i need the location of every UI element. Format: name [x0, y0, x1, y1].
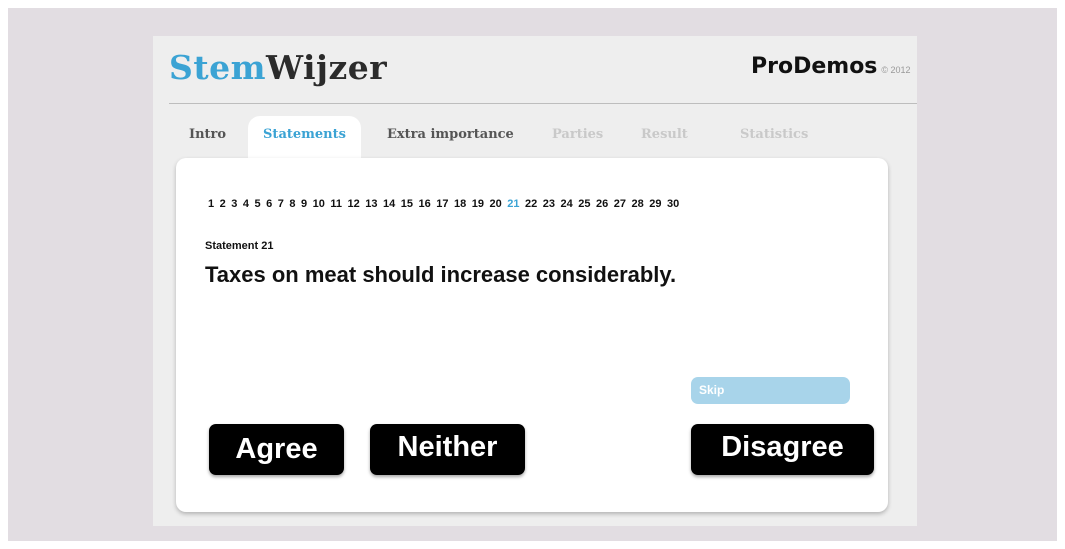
pager-link-25[interactable]: 25: [578, 198, 590, 210]
pager-link-8[interactable]: 8: [289, 198, 295, 210]
pager-link-12[interactable]: 12: [348, 198, 360, 210]
pager-link-28[interactable]: 28: [632, 198, 644, 210]
header-divider: [169, 103, 917, 104]
logo-part-wijzer: Wijzer: [266, 48, 388, 87]
tab-intro[interactable]: Intro: [189, 116, 226, 154]
pager-link-27[interactable]: 27: [614, 198, 626, 210]
pager-link-23[interactable]: 23: [543, 198, 555, 210]
pager-link-22[interactable]: 22: [525, 198, 537, 210]
header: StemWijzer ProDemos © 2012: [153, 36, 917, 104]
pager-link-10[interactable]: 10: [313, 198, 325, 210]
pager-link-30[interactable]: 30: [667, 198, 679, 210]
pager-link-2[interactable]: 2: [220, 198, 226, 210]
pager-link-15[interactable]: 15: [401, 198, 413, 210]
pager-link-1[interactable]: 1: [208, 198, 214, 210]
pager-link-19[interactable]: 19: [472, 198, 484, 210]
prodemos-logo: ProDemos: [751, 54, 878, 79]
pager-link-4[interactable]: 4: [243, 198, 249, 210]
pager-link-3[interactable]: 3: [231, 198, 237, 210]
step-tabs: Intro Statements Extra importance Partie…: [173, 116, 913, 162]
agree-button[interactable]: Agree: [209, 424, 344, 475]
pager-link-24[interactable]: 24: [561, 198, 573, 210]
pager-link-5[interactable]: 5: [255, 198, 261, 210]
neither-button[interactable]: Neither: [370, 424, 525, 475]
skip-button[interactable]: Skip: [691, 377, 850, 404]
pager-link-11[interactable]: 11: [330, 198, 342, 210]
pager-link-9[interactable]: 9: [301, 198, 307, 210]
tab-parties: Parties: [552, 127, 604, 142]
stemwijzer-app: StemWijzer ProDemos © 2012 Intro Statemen…: [153, 36, 917, 526]
tab-statistics: Statistics: [740, 127, 809, 142]
tab-result: Result: [641, 127, 688, 142]
pager-link-21[interactable]: 21: [507, 198, 519, 210]
pager-link-14[interactable]: 14: [383, 198, 395, 210]
pager-link-6[interactable]: 6: [266, 198, 272, 210]
prodemos-brand: ProDemos © 2012: [751, 54, 911, 79]
pager-link-17[interactable]: 17: [436, 198, 448, 210]
pager-link-26[interactable]: 26: [596, 198, 608, 210]
statement-panel: 1 2 3 4 5 6 7 8 9 10 11 12 13 14 15 16 17 18 19 20 21 22 23 24 2…: [176, 158, 888, 512]
stemwijzer-logo[interactable]: StemWijzer: [169, 48, 387, 88]
statement-pager: 1 2 3 4 5 6 7 8 9 10 11 12 13 14 15 16 17 18 19 20 21 22 23 24 2…: [208, 198, 685, 210]
statement-text: Taxes on meat should increase considerab…: [205, 262, 677, 287]
logo-part-stem: Stem: [169, 48, 266, 87]
pager-link-18[interactable]: 18: [454, 198, 466, 210]
pager-link-20[interactable]: 20: [490, 198, 502, 210]
pager-link-7[interactable]: 7: [278, 198, 284, 210]
tab-extra-importance[interactable]: Extra importance: [387, 116, 514, 154]
disagree-button[interactable]: Disagree: [691, 424, 874, 475]
pager-link-16[interactable]: 16: [419, 198, 431, 210]
pager-link-13[interactable]: 13: [365, 198, 377, 210]
tab-statements[interactable]: Statements: [248, 116, 361, 162]
statement-number: Statement 21: [205, 240, 274, 252]
pager-link-29[interactable]: 29: [649, 198, 661, 210]
copyright-text: © 2012: [881, 65, 911, 75]
